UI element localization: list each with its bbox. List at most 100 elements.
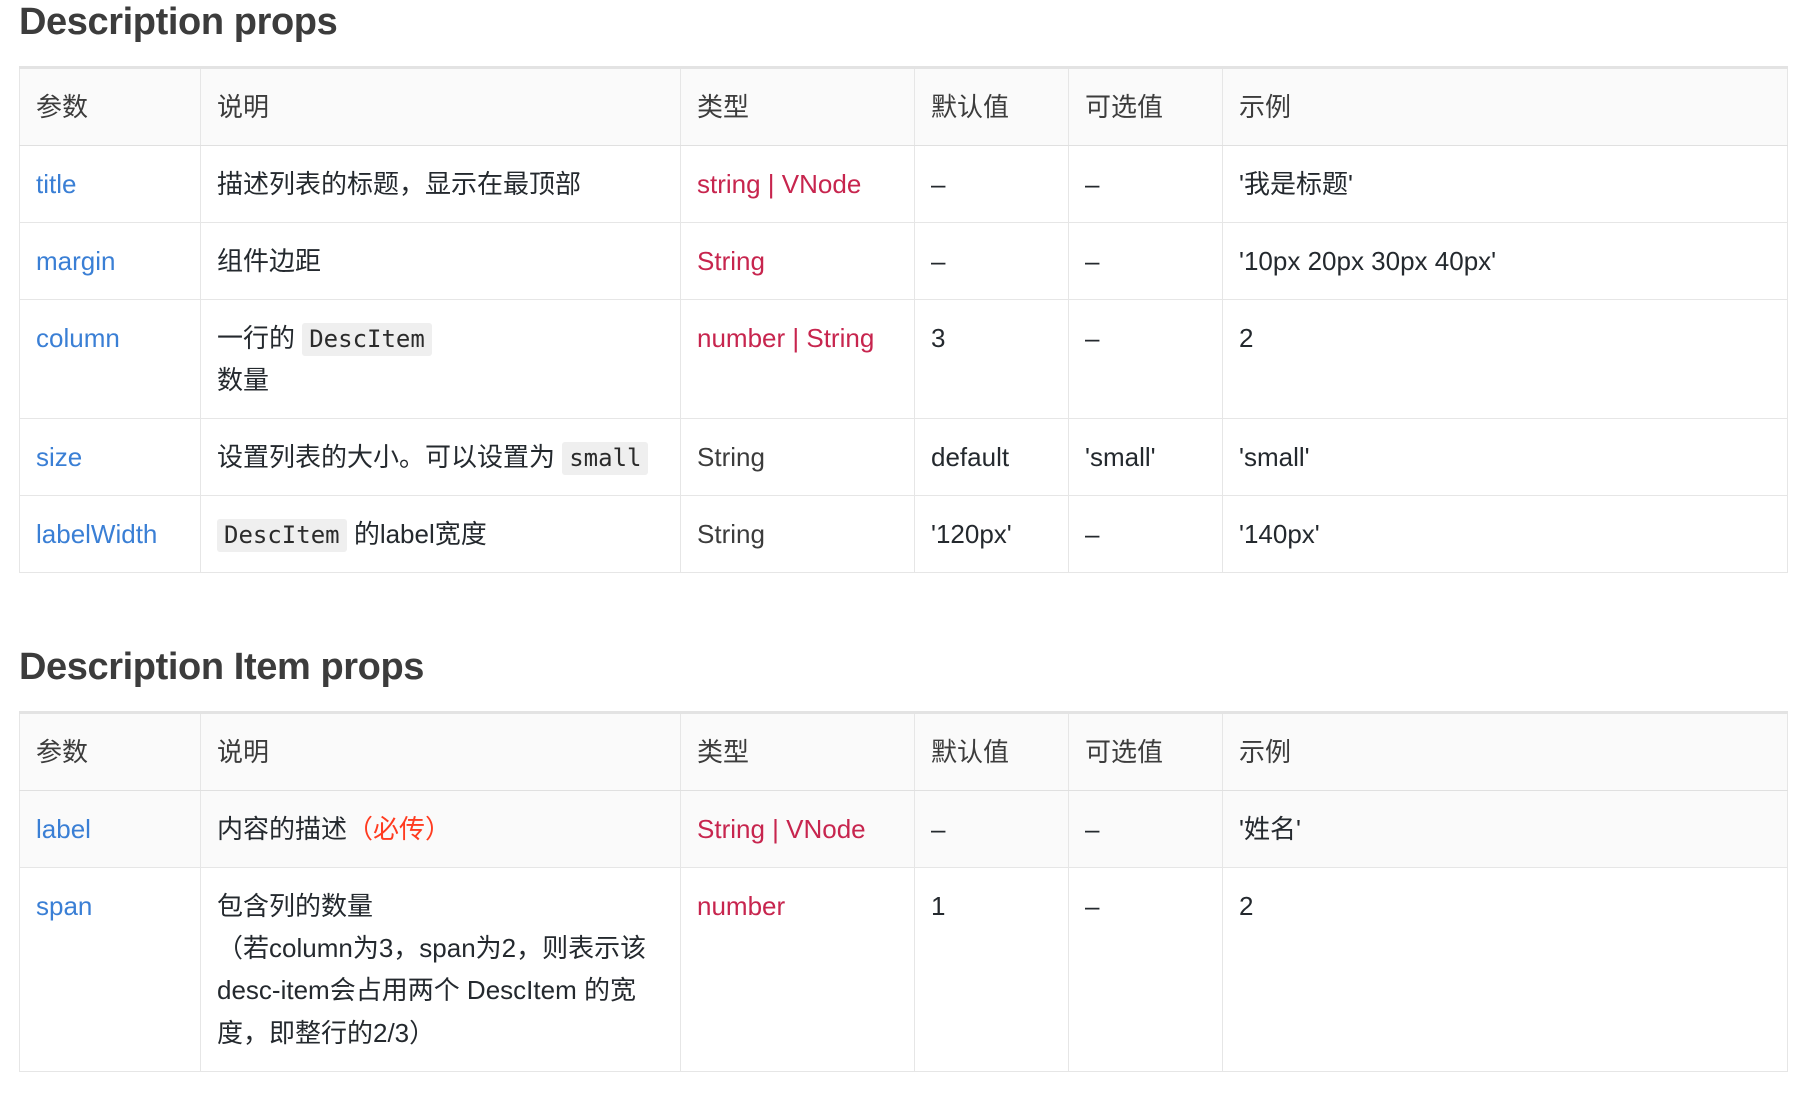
desc-suffix: 的label宽度 [346,519,487,550]
inline-code-descitem: DescItem [302,322,432,356]
row-param-cell: margin [19,221,201,300]
row-type-cell: string | VNode [680,144,915,223]
documentation-page: Description props 参数 说明 类型 默认值 可选值 示例 ti… [0,0,1806,1072]
column-header-default: 默认值 [914,66,1069,146]
column-header-desc: 说明 [200,711,681,792]
table-body: title 描述列表的标题，显示在最顶部 string | VNode – – … [19,144,1788,574]
row-type-cell: number | String [680,298,915,420]
row-optional-cell: – [1068,790,1223,869]
column-header-optional: 可选值 [1068,711,1223,792]
column-header-param: 参数 [19,711,201,792]
inline-code-descitem: DescItem [217,519,347,553]
row-default-cell: – [914,221,1069,300]
row-example-cell: '140px' [1222,495,1788,574]
table-row: title 描述列表的标题，显示在最顶部 string | VNode – – … [19,144,1788,223]
row-param-cell: labelWidth [19,495,201,574]
type-value: String [697,442,765,473]
column-header-example: 示例 [1222,711,1788,792]
description-item-props-table: 参数 说明 类型 默认值 可选值 示例 label 内容的描述（必传） Stri… [19,710,1788,1072]
param-name-labelwidth[interactable]: labelWidth [36,519,157,549]
column-header-default: 默认值 [914,711,1069,792]
row-example-cell: 2 [1222,298,1788,420]
desc-line-2: （若column为3，span为2，则表示该desc-item会占用两个 Des… [217,933,647,1048]
inline-code-small: small [562,442,649,476]
row-param-cell: size [19,418,201,497]
row-desc-cell: 包含列的数量 （若column为3，span为2，则表示该desc-item会占用… [200,867,681,1072]
type-value: String | VNode [697,814,866,845]
row-default-cell: – [914,790,1069,869]
param-name-title[interactable]: title [36,169,76,199]
row-param-cell: label [19,790,201,869]
table-row: column 一行的 DescItem 数量 number | String 3 … [19,298,1788,420]
table-row: size 设置列表的大小。可以设置为 small String default … [19,418,1788,497]
type-value: String [697,245,765,276]
table-row: label 内容的描述（必传） String | VNode – – '姓名' [19,790,1788,869]
row-param-cell: column [19,298,201,420]
row-example-cell: '我是标题' [1222,144,1788,223]
row-type-cell: String [680,495,915,574]
param-name-span[interactable]: span [36,891,92,921]
desc-suffix: 数量 [217,365,270,396]
column-header-type: 类型 [680,711,915,792]
row-default-cell: – [914,144,1069,223]
row-desc-cell: 组件边距 [200,221,681,300]
table-header-row: 参数 说明 类型 默认值 可选值 示例 [19,711,1788,792]
row-optional-cell: – [1068,221,1223,300]
row-param-cell: title [19,144,201,223]
table-row: margin 组件边距 String – – '10px 20px 30px 4… [19,221,1788,300]
row-optional-cell: – [1068,495,1223,574]
column-header-type: 类型 [680,66,915,146]
row-optional-cell: – [1068,867,1223,1072]
row-type-cell: String [680,418,915,497]
type-value: String [697,519,765,550]
row-default-cell: 3 [914,298,1069,420]
row-default-cell: 1 [914,867,1069,1072]
column-header-example: 示例 [1222,66,1788,146]
row-param-cell: span [19,867,201,1072]
desc-text: 描述列表的标题，显示在最顶部 [217,168,582,199]
row-desc-cell: 描述列表的标题，显示在最顶部 [200,144,681,223]
desc-line-1: 包含列的数量 [217,891,374,922]
description-props-table: 参数 说明 类型 默认值 可选值 示例 title 描述列表的标题，显示在最顶部… [19,65,1788,574]
table-header: 参数 说明 类型 默认值 可选值 示例 [19,66,1788,146]
type-value: number | String [697,322,875,353]
column-header-desc: 说明 [200,66,681,146]
row-desc-cell: 一行的 DescItem 数量 [200,298,681,420]
row-optional-cell: – [1068,298,1223,420]
desc-text: 内容的描述 [217,814,348,845]
required-marker: （必传） [347,814,452,845]
row-type-cell: number [680,867,915,1072]
desc-prefix: 设置列表的大小。可以设置为 [217,442,563,473]
desc-prefix: 一行的 [217,322,303,353]
column-header-param: 参数 [19,66,201,146]
row-desc-cell: 设置列表的大小。可以设置为 small [200,418,681,497]
desc-text: 组件边距 [217,245,322,276]
row-example-cell: '10px 20px 30px 40px' [1222,221,1788,300]
row-type-cell: String [680,221,915,300]
table-row: span 包含列的数量 （若column为3，span为2，则表示该desc-it… [19,867,1788,1072]
param-name-column[interactable]: column [36,323,120,353]
row-example-cell: '姓名' [1222,790,1788,869]
row-example-cell: 2 [1222,867,1788,1072]
param-name-size[interactable]: size [36,442,82,472]
row-type-cell: String | VNode [680,790,915,869]
row-desc-cell: DescItem 的label宽度 [200,495,681,574]
row-default-cell: '120px' [914,495,1069,574]
table-header-row: 参数 说明 类型 默认值 可选值 示例 [19,66,1788,146]
page-title-description-item-props: Description Item props [19,646,425,689]
table-header: 参数 说明 类型 默认值 可选值 示例 [19,711,1788,792]
table-body: label 内容的描述（必传） String | VNode – – '姓名' … [19,790,1788,1072]
param-name-label[interactable]: label [36,814,91,844]
row-optional-cell: – [1068,144,1223,223]
row-optional-cell: 'small' [1068,418,1223,497]
table-row: labelWidth DescItem 的label宽度 String '120… [19,495,1788,574]
type-value: number [697,891,786,922]
column-header-optional: 可选值 [1068,66,1223,146]
row-desc-cell: 内容的描述（必传） [200,790,681,869]
page-title-description-props: Description props [19,1,338,43]
row-default-cell: default [914,418,1069,497]
param-name-margin[interactable]: margin [36,246,115,276]
type-value: string | VNode [697,168,862,199]
row-example-cell: 'small' [1222,418,1788,497]
